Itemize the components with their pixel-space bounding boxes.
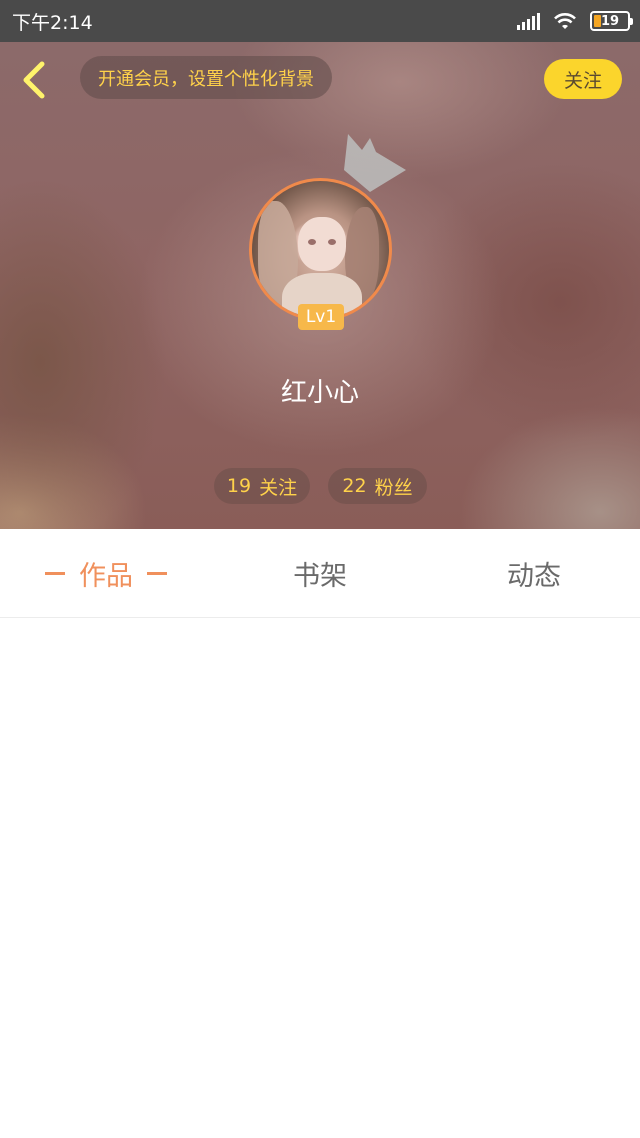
back-button[interactable] [16, 58, 52, 102]
tab-activity[interactable]: 动态 [454, 529, 614, 617]
follow-button[interactable]: 关注 [544, 59, 622, 99]
profile-tabs: 作品 书架 动态 [0, 529, 640, 618]
tab-works[interactable]: 作品 [30, 529, 182, 617]
fans-count: 22 [342, 475, 367, 497]
tab-active-indicator-left [45, 571, 65, 575]
tab-works-label: 作品 [79, 560, 133, 592]
vip-background-prompt[interactable]: 开通会员，设置个性化背景 [80, 56, 332, 99]
back-arrow-icon [23, 61, 45, 99]
tab-active-indicator-right [147, 571, 167, 575]
fans-label: 粉丝 [374, 476, 413, 499]
fans-count-button[interactable]: 22 粉丝 [328, 468, 427, 504]
tab-bookshelf[interactable]: 书架 [240, 529, 400, 617]
avatar[interactable] [249, 178, 392, 321]
following-label: 关注 [259, 476, 298, 499]
battery-level: 19 [600, 13, 620, 29]
profile-header: 开通会员，设置个性化背景 关注 Lv1 红小心 19 关注 22 粉丝 [0, 42, 640, 529]
wifi-icon [552, 11, 578, 31]
battery-icon: 19 [590, 11, 633, 31]
tab-content-area [0, 618, 640, 1138]
following-count-button[interactable]: 19 关注 [214, 468, 310, 504]
username: 红小心 [280, 378, 359, 408]
signal-icon [517, 12, 540, 30]
following-count: 19 [226, 475, 252, 497]
status-icons: 19 [517, 10, 633, 32]
level-badge: Lv1 [298, 304, 344, 330]
status-time: 下午2:14 [12, 12, 93, 34]
status-bar: 下午2:14 19 [0, 0, 640, 42]
